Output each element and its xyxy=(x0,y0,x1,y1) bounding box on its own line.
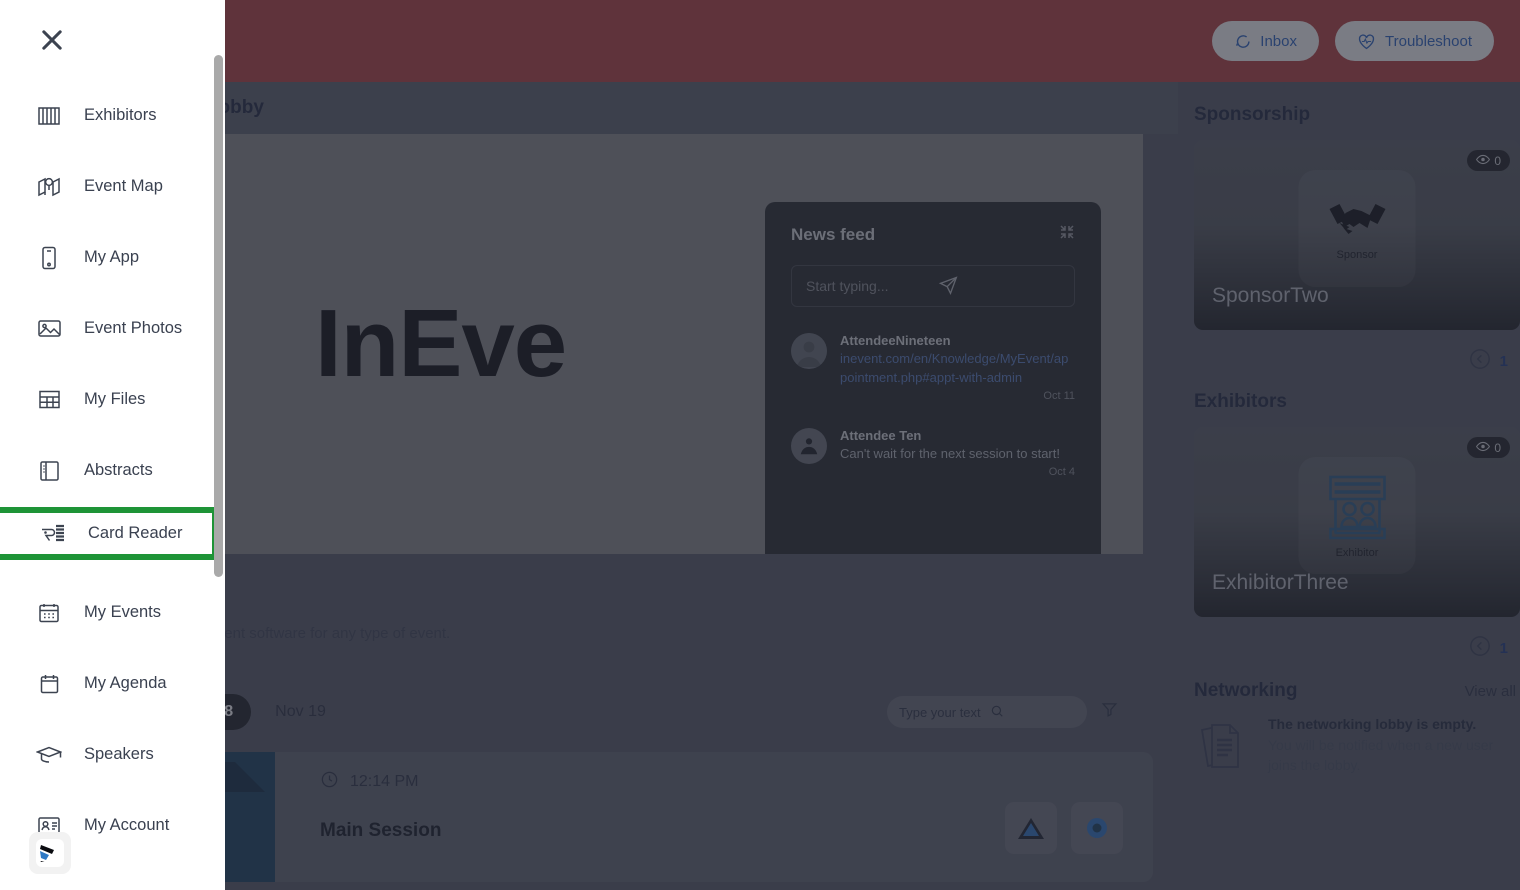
sidebar-item-label: Event Photos xyxy=(84,319,183,337)
drawer-menu: Exhibitors Event Map My App Event Photos… xyxy=(0,80,225,861)
calendar-icon xyxy=(36,673,62,695)
sidebar-item-label: Abstracts xyxy=(84,461,153,479)
close-icon xyxy=(38,26,66,59)
navigation-drawer: Exhibitors Event Map My App Event Photos… xyxy=(0,0,225,890)
sidebar-item-label: Event Map xyxy=(84,177,163,195)
modal-overlay[interactable] xyxy=(0,0,1520,890)
sidebar-item-my-app[interactable]: My App xyxy=(0,222,225,293)
sidebar-item-label: My App xyxy=(84,248,140,266)
photos-icon xyxy=(36,318,62,339)
sidebar-item-my-events[interactable]: My Events xyxy=(0,577,225,648)
sidebar-item-my-agenda[interactable]: My Agenda xyxy=(0,648,225,719)
sidebar-item-speakers[interactable]: Speakers xyxy=(0,719,225,790)
card-reader-icon xyxy=(40,524,66,544)
sidebar-item-label: Exhibitors xyxy=(84,106,157,124)
sidebar-item-label: My Account xyxy=(84,816,170,834)
sidebar-item-my-files[interactable]: My Files xyxy=(0,364,225,435)
book-icon xyxy=(36,460,62,482)
files-grid-icon xyxy=(36,389,62,410)
exhibitors-icon xyxy=(36,105,62,127)
sidebar-item-label: My Events xyxy=(84,603,162,621)
card-reader-content: Card Reader xyxy=(0,524,182,544)
graduation-cap-icon xyxy=(36,745,62,764)
sidebar-item-card-reader[interactable]: Card Reader xyxy=(0,507,218,560)
close-drawer-button[interactable] xyxy=(24,14,80,70)
sidebar-item-event-map[interactable]: Event Map xyxy=(0,151,225,222)
sidebar-item-label: Card Reader xyxy=(88,524,183,542)
sidebar-item-exhibitors[interactable]: Exhibitors xyxy=(0,80,225,151)
app-badge-icon[interactable] xyxy=(29,832,71,874)
sidebar-item-abstracts[interactable]: Abstracts xyxy=(0,435,225,506)
calendar-grid-icon xyxy=(36,602,62,624)
sidebar-item-event-photos[interactable]: Event Photos xyxy=(0,293,225,364)
app-badge-glyph-icon xyxy=(36,839,64,867)
sidebar-item-label: My Agenda xyxy=(84,674,167,692)
map-icon xyxy=(36,176,62,198)
mobile-icon xyxy=(36,246,62,270)
drawer-scrollbar[interactable] xyxy=(214,55,223,577)
sidebar-item-label: My Files xyxy=(84,390,146,408)
sidebar-item-label: Speakers xyxy=(84,745,154,763)
